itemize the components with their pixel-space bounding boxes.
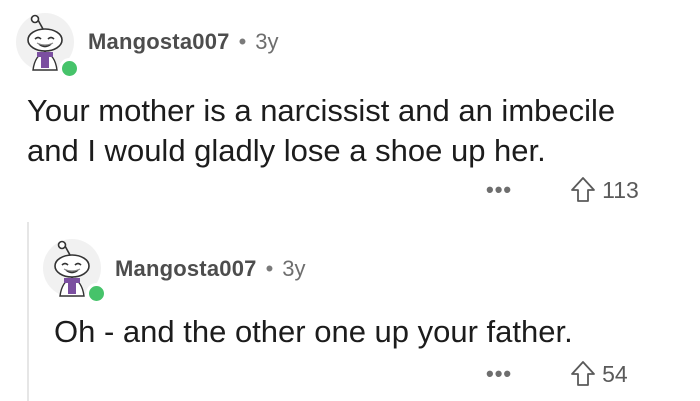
online-status-dot — [86, 283, 107, 304]
more-options-button[interactable]: ••• — [486, 361, 512, 387]
online-status-dot — [59, 58, 80, 79]
username-link[interactable]: Mangosta007 — [115, 256, 257, 282]
comment-meta: Mangosta007 • 3y — [88, 29, 279, 55]
comment-body-line-1: Your mother is a narcissist and an imbec… — [27, 93, 616, 128]
upvote-arrow-icon — [571, 177, 596, 202]
comment-age: 3y — [282, 256, 306, 281]
comment-age: 3y — [255, 29, 279, 54]
comment-meta: Mangosta007 • 3y — [115, 256, 306, 282]
comment-body-line-2: and I would gladly lose a shoe up her. — [27, 133, 546, 168]
comment-actions: ••• 54 — [486, 360, 628, 388]
upvote-count: 113 — [602, 176, 639, 203]
upvote-button[interactable]: 54 — [570, 360, 628, 388]
meta-separator: • — [238, 29, 247, 54]
upvote-button[interactable]: 113 — [570, 176, 639, 204]
upvote-arrow-icon — [571, 361, 596, 386]
comment-body-line-1: Oh - and the other one up your father. — [54, 314, 573, 349]
meta-separator: • — [265, 256, 274, 281]
thread-line[interactable] — [27, 222, 29, 401]
upvote-count: 54 — [602, 360, 628, 387]
comment-actions: ••• 113 — [486, 176, 639, 204]
username-link[interactable]: Mangosta007 — [88, 29, 230, 55]
more-options-button[interactable]: ••• — [486, 177, 512, 203]
